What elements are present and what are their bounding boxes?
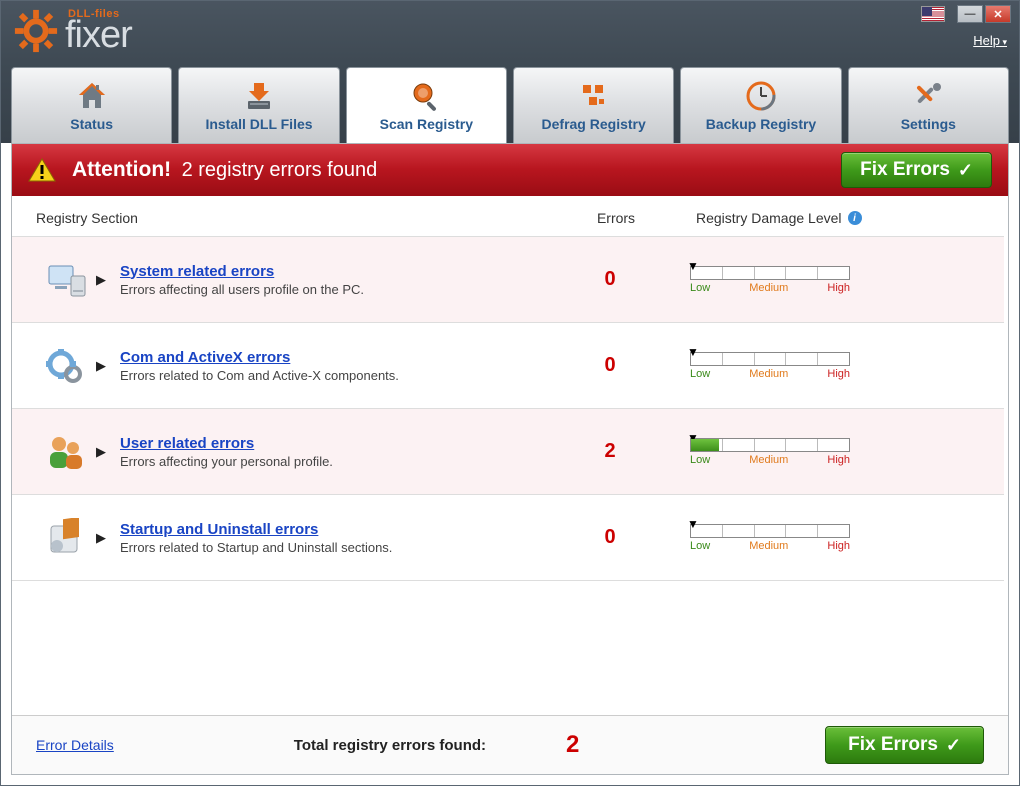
total-count: 2	[566, 731, 579, 759]
tab-install-dll[interactable]: Install DLL Files	[178, 67, 339, 143]
damage-meter: ▼LowMediumHigh	[670, 266, 980, 294]
tab-backup-registry[interactable]: Backup Registry	[680, 67, 841, 143]
header-errors: Errors	[556, 210, 676, 226]
meter-marker-icon: ▼	[687, 259, 699, 273]
info-icon[interactable]: i	[848, 211, 862, 225]
tab-label: Defrag Registry	[542, 116, 646, 132]
damage-meter: ▼LowMediumHigh	[670, 438, 980, 466]
total-label: Total registry errors found:	[294, 737, 486, 754]
row-text: System related errors Errors affecting al…	[120, 263, 550, 297]
tools-icon	[911, 79, 945, 113]
label-low: Low	[690, 540, 710, 552]
fix-errors-button-bottom[interactable]: Fix Errors ✓	[825, 726, 984, 764]
row-icon	[36, 432, 96, 472]
row-error-count: 0	[550, 354, 670, 377]
row-description: Errors affecting all users profile on th…	[120, 282, 550, 297]
error-row: ▶System related errors Errors affecting a…	[12, 237, 1004, 323]
expand-toggle[interactable]: ▶	[96, 530, 120, 546]
tab-status[interactable]: Status	[11, 67, 172, 143]
label-medium: Medium	[749, 282, 788, 294]
row-icon	[36, 346, 96, 386]
title-bar: DLL-files fixer — ✕ Help	[1, 1, 1019, 61]
row-icon	[36, 260, 96, 300]
row-description: Errors related to Com and Active-X compo…	[120, 368, 550, 383]
fix-errors-button-top[interactable]: Fix Errors ✓	[841, 152, 992, 188]
damage-meter: ▼LowMediumHigh	[670, 524, 980, 552]
label-low: Low	[690, 454, 710, 466]
gear-icon	[13, 8, 59, 54]
damage-meter: ▼LowMediumHigh	[670, 352, 980, 380]
tab-label: Settings	[901, 116, 956, 132]
app-window: DLL-files fixer — ✕ Help Status Install …	[0, 0, 1020, 786]
label-low: Low	[690, 368, 710, 380]
row-error-count: 0	[550, 268, 670, 291]
footer-bar: Error Details Total registry errors foun…	[12, 715, 1008, 774]
row-title-link[interactable]: System related errors	[120, 263, 550, 280]
warning-icon	[28, 158, 56, 182]
close-button[interactable]: ✕	[985, 5, 1011, 23]
label-high: High	[827, 368, 850, 380]
content-area: Attention! 2 registry errors found Fix E…	[11, 143, 1009, 775]
error-row: ▶Startup and Uninstall errors Errors rela…	[12, 495, 1004, 581]
header-damage: Registry Damage Level i	[676, 210, 984, 226]
label-medium: Medium	[749, 454, 788, 466]
download-icon	[242, 79, 276, 113]
tab-label: Status	[70, 116, 113, 132]
meter-marker-icon: ▼	[687, 345, 699, 359]
error-row: ▶User related errors Errors affecting you…	[12, 409, 1004, 495]
row-title-link[interactable]: Com and ActiveX errors	[120, 349, 550, 366]
error-row: ▶Com and ActiveX errors Errors related to…	[12, 323, 1004, 409]
minimize-button[interactable]: —	[957, 5, 983, 23]
magnifier-icon	[409, 79, 443, 113]
row-error-count: 0	[550, 526, 670, 549]
expand-toggle[interactable]: ▶	[96, 444, 120, 460]
row-text: Com and ActiveX errors Errors related to …	[120, 349, 550, 383]
fix-label: Fix Errors	[860, 159, 950, 181]
row-title-link[interactable]: Startup and Uninstall errors	[120, 521, 550, 538]
alert-attention: Attention!	[72, 158, 171, 181]
row-description: Errors related to Startup and Uninstall …	[120, 540, 550, 555]
brand-name: fixer	[65, 16, 132, 54]
tab-label: Install DLL Files	[205, 116, 312, 132]
column-headers: Registry Section Errors Registry Damage …	[12, 196, 1008, 236]
row-title-link[interactable]: User related errors	[120, 435, 550, 452]
row-description: Errors affecting your personal profile.	[120, 454, 550, 469]
alert-text: Attention! 2 registry errors found	[72, 158, 377, 182]
row-error-count: 2	[550, 440, 670, 463]
house-icon	[75, 79, 109, 113]
tab-settings[interactable]: Settings	[848, 67, 1009, 143]
language-flag-icon[interactable]	[921, 6, 945, 22]
alert-bar: Attention! 2 registry errors found Fix E…	[12, 144, 1008, 196]
label-medium: Medium	[749, 540, 788, 552]
label-high: High	[827, 282, 850, 294]
error-details-link[interactable]: Error Details	[36, 737, 114, 753]
check-icon: ✓	[958, 160, 973, 181]
tab-scan-registry[interactable]: Scan Registry	[346, 67, 507, 143]
label-high: High	[827, 454, 850, 466]
app-logo: DLL-files fixer	[13, 8, 132, 54]
tab-label: Backup Registry	[706, 116, 816, 132]
row-icon	[36, 518, 96, 558]
expand-toggle[interactable]: ▶	[96, 358, 120, 374]
label-high: High	[827, 540, 850, 552]
fix-label: Fix Errors	[848, 734, 938, 756]
alert-message: 2 registry errors found	[182, 159, 378, 181]
meter-marker-icon: ▼	[687, 517, 699, 531]
tab-defrag-registry[interactable]: Defrag Registry	[513, 67, 674, 143]
label-low: Low	[690, 282, 710, 294]
label-medium: Medium	[749, 368, 788, 380]
blocks-icon	[577, 79, 611, 113]
check-icon: ✓	[946, 735, 961, 756]
clock-icon	[744, 79, 778, 113]
error-list: ▶System related errorsErrors affecting a…	[12, 236, 1004, 715]
help-menu[interactable]: Help	[973, 33, 1007, 48]
row-text: User related errors Errors affecting your…	[120, 435, 550, 469]
row-text: Startup and Uninstall errors Errors relat…	[120, 521, 550, 555]
tab-bar: Status Install DLL Files Scan Registry D…	[1, 61, 1019, 143]
expand-toggle[interactable]: ▶	[96, 272, 120, 288]
header-section: Registry Section	[36, 210, 556, 226]
tab-label: Scan Registry	[380, 116, 473, 132]
